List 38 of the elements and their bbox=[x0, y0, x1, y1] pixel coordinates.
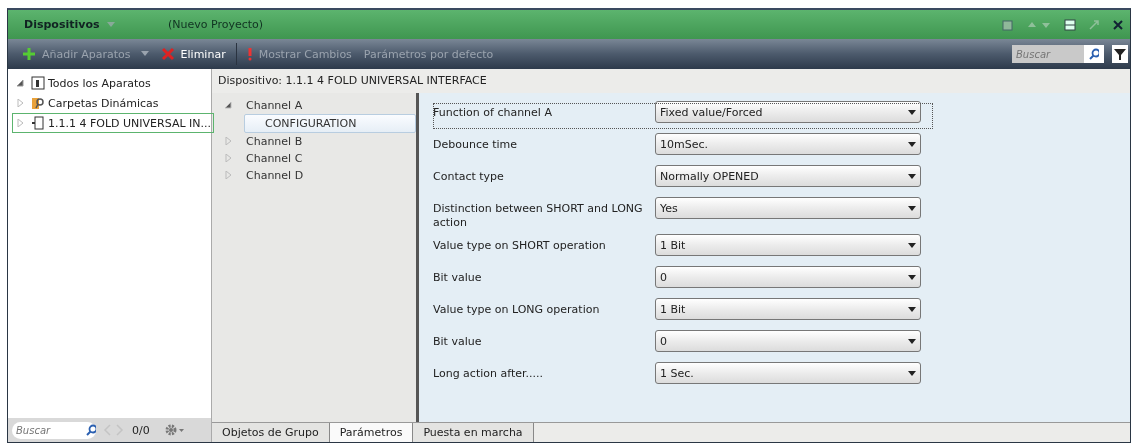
channel-item[interactable]: Channel A bbox=[216, 97, 416, 114]
tree-item[interactable]: Todos los Aparatos bbox=[12, 73, 154, 93]
parameter-label: Bit value bbox=[433, 270, 483, 285]
parameter-label: Contact type bbox=[433, 169, 505, 184]
parameter-label: Bit value bbox=[433, 334, 483, 349]
bottom-tab[interactable]: Objetos de Grupo bbox=[212, 423, 330, 442]
parameter-label: Value type on SHORT operation bbox=[433, 238, 607, 253]
channel-item[interactable]: Channel B bbox=[216, 133, 416, 150]
parameter-dropdown[interactable]: 10mSec. bbox=[655, 133, 921, 155]
parameter-label: Function of channel A bbox=[433, 105, 553, 120]
search-input[interactable]: Buscar bbox=[12, 424, 84, 436]
parameter-dropdown[interactable]: 0 bbox=[655, 330, 921, 352]
tree-item[interactable]: 1.1.1 4 FOLD UNIVERSAL IN... bbox=[12, 113, 214, 133]
search-field[interactable]: Buscar bbox=[1012, 45, 1104, 63]
tree-item[interactable]: Carpetas Dinámicas bbox=[12, 93, 162, 113]
parameter-dropdown[interactable]: 1 Sec. bbox=[655, 362, 921, 384]
parameter-dropdown[interactable]: Fixed value/Forced bbox=[655, 101, 921, 123]
parameter-dropdown[interactable]: 1 Bit bbox=[655, 298, 921, 320]
search-field[interactable]: Buscar bbox=[12, 421, 96, 439]
channel-subitem[interactable]: CONFIGURATION bbox=[244, 114, 416, 133]
parameter-label: Debounce time bbox=[433, 137, 519, 152]
panel-menu[interactable]: Dispositivos bbox=[24, 18, 160, 31]
channel-item[interactable]: Channel D bbox=[216, 167, 416, 184]
search-input[interactable]: Buscar bbox=[1012, 48, 1084, 60]
delete-button[interactable]: Eliminar bbox=[158, 47, 228, 61]
parameter-dropdown[interactable]: Yes bbox=[655, 197, 921, 219]
parameter-dropdown[interactable]: Normally OPENED bbox=[655, 165, 921, 187]
parameter-label: Value type on LONG operation bbox=[433, 302, 601, 317]
result-counter: 0/0 bbox=[132, 423, 150, 437]
parameter-dropdown[interactable]: 0 bbox=[655, 266, 921, 288]
parameter-label: Long action after..... bbox=[433, 366, 544, 381]
parameter-dropdown[interactable]: 1 Bit bbox=[655, 234, 921, 256]
bottom-tab[interactable]: Puesta en marcha bbox=[413, 423, 534, 442]
project-name: (Nuevo Proyecto) bbox=[168, 18, 264, 31]
bottom-tab[interactable]: Parámetros bbox=[329, 423, 414, 442]
parameter-label: Distinction between SHORT and LONG action bbox=[433, 201, 644, 230]
device-header: Dispositivo: 1.1.1 4 FOLD UNIVERSAL INTERFACE bbox=[212, 69, 1130, 93]
channel-item[interactable]: Channel C bbox=[216, 150, 416, 167]
